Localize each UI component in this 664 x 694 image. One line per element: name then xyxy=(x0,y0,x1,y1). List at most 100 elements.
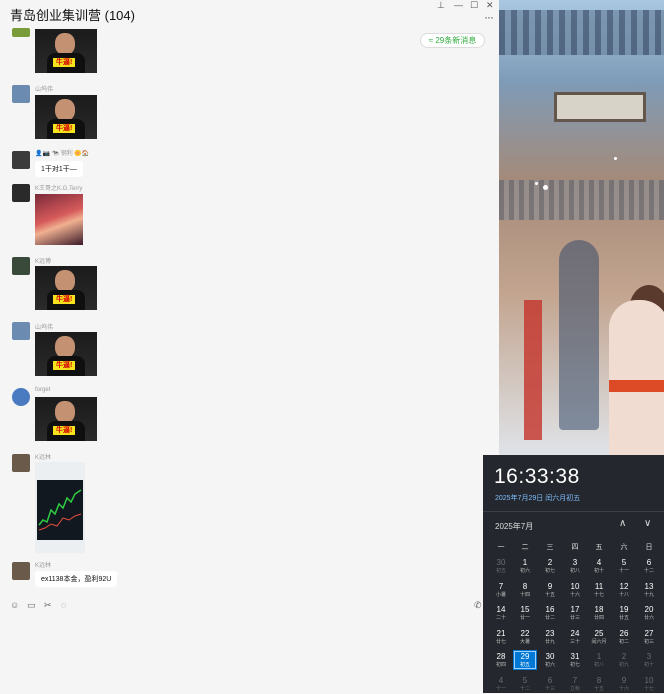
calendar-day[interactable]: 1 初八 xyxy=(587,650,611,670)
lunar-date: 初十 xyxy=(593,568,604,574)
avatar[interactable] xyxy=(12,85,30,103)
day-number: 12 xyxy=(619,581,629,591)
lunar-date: 立秋 xyxy=(569,685,580,692)
sticker-image[interactable]: 牛逼! xyxy=(35,29,97,73)
calendar-day[interactable]: 5 十一 xyxy=(612,556,636,576)
day-number: 27 xyxy=(644,628,654,638)
avatar[interactable] xyxy=(12,151,30,169)
weekday-label: 二 xyxy=(521,544,529,551)
calendar-day[interactable]: 31 初七 xyxy=(563,650,587,670)
calendar-day[interactable]: 2 初七 xyxy=(538,556,562,576)
sticker-image[interactable]: 牛逼! xyxy=(35,95,97,139)
calendar-day[interactable]: 10 十六 xyxy=(563,580,587,600)
calendar-day[interactable]: 8 十四 xyxy=(513,580,537,600)
calendar-day[interactable]: 23 廿九 xyxy=(538,627,562,647)
avatar[interactable] xyxy=(12,454,30,472)
calendar-day[interactable]: 19 廿五 xyxy=(612,603,636,623)
calendar-day[interactable]: 28 初四 xyxy=(489,650,513,670)
calendar-day[interactable]: 9 十五 xyxy=(538,580,562,600)
calendar-day[interactable]: 30 初五 xyxy=(489,556,513,576)
clock-date[interactable]: 2025年7月29日 闰六月初五 xyxy=(495,493,580,503)
calendar-day[interactable]: 10 十七 xyxy=(637,674,661,694)
chat-history-icon[interactable]: ◌ xyxy=(61,600,66,610)
sticker-face xyxy=(55,99,75,121)
calendar-day[interactable]: 20 廿六 xyxy=(637,603,661,623)
month-label[interactable]: 2025年7月 xyxy=(495,521,533,532)
calendar-day[interactable]: 7 立秋 xyxy=(563,674,587,694)
calendar-day[interactable]: 18 廿四 xyxy=(587,603,611,623)
calendar-day[interactable]: 17 廿三 xyxy=(563,603,587,623)
avatar[interactable] xyxy=(12,322,30,340)
new-messages-badge[interactable]: ≈ 29条新消息 xyxy=(420,33,485,48)
sticker-image[interactable]: 牛逼! xyxy=(35,266,97,310)
message-bubble[interactable]: ex1138本金，盈利92U xyxy=(35,571,118,587)
phone-icon[interactable]: ✆ xyxy=(474,600,482,611)
avatar[interactable] xyxy=(12,257,30,275)
sticker-face xyxy=(55,401,75,423)
calendar-day[interactable]: 3 初十 xyxy=(637,650,661,670)
wallpaper-sign xyxy=(554,92,646,122)
lunar-date: 廿五 xyxy=(618,615,629,621)
sticker-caption: 牛逼! xyxy=(53,295,76,304)
sticker-image[interactable]: 牛逼! xyxy=(35,332,97,376)
day-number: 21 xyxy=(496,628,506,638)
avatar[interactable] xyxy=(12,28,30,37)
chevron-up-icon[interactable]: ∧ xyxy=(619,518,626,529)
calendar-day[interactable]: 15 廿一 xyxy=(513,603,537,623)
day-number: 30 xyxy=(545,652,555,661)
calendar-day-today[interactable]: 29 初五 xyxy=(513,650,537,670)
gif-image[interactable] xyxy=(35,194,83,245)
lunar-date: 十七 xyxy=(643,685,654,692)
lunar-date: 十三 xyxy=(544,685,555,692)
calendar-day[interactable]: 14 二十 xyxy=(489,603,513,623)
avatar[interactable] xyxy=(12,388,30,406)
calendar-day[interactable]: 24 三十 xyxy=(563,627,587,647)
emoji-icon[interactable]: ☺ xyxy=(10,600,19,610)
lunar-date: 初八 xyxy=(593,662,604,668)
wallpaper-roof-lower xyxy=(499,180,664,220)
avatar[interactable] xyxy=(12,562,30,580)
calendar-day[interactable]: 1 初六 xyxy=(513,556,537,576)
calendar-day[interactable]: 9 十六 xyxy=(612,674,636,694)
calendar-day[interactable]: 11 十七 xyxy=(587,580,611,600)
calendar-day[interactable]: 4 十一 xyxy=(489,674,513,694)
more-options-icon[interactable]: ··· xyxy=(484,10,494,24)
lunar-date: 初六 xyxy=(544,662,555,668)
message-bubble[interactable]: 1干对1干— xyxy=(35,161,83,177)
avatar[interactable] xyxy=(12,184,30,202)
calendar-day[interactable]: 22 大暑 xyxy=(513,627,537,647)
price-line xyxy=(38,489,82,526)
calendar-day[interactable]: 21 廿七 xyxy=(489,627,513,647)
calendar-day[interactable]: 8 十五 xyxy=(587,674,611,694)
calendar-day[interactable]: 30 初六 xyxy=(538,650,562,670)
pin-icon[interactable]: ⊥ xyxy=(437,0,445,11)
calendar-day[interactable]: 3 初八 xyxy=(563,556,587,576)
chart-screenshot-image[interactable] xyxy=(35,462,85,553)
calendar-day[interactable]: 16 廿二 xyxy=(538,603,562,623)
chevron-down-icon[interactable]: ∨ xyxy=(644,518,651,529)
calendar-day[interactable]: 26 初二 xyxy=(612,627,636,647)
scissors-icon[interactable]: ✂ xyxy=(44,600,52,611)
minimize-icon[interactable]: — xyxy=(454,0,463,10)
folder-icon[interactable]: ▭ xyxy=(27,600,36,611)
sticker-caption: 牛逼! xyxy=(53,124,76,133)
lunar-date: 小暑 xyxy=(495,591,506,598)
calendar-day[interactable]: 7 小暑 xyxy=(489,580,513,600)
sticker-image[interactable]: 牛逼! xyxy=(35,397,97,441)
calendar-day[interactable]: 12 十八 xyxy=(612,580,636,600)
calendar-day[interactable]: 6 十三 xyxy=(538,674,562,694)
day-number: 10 xyxy=(644,675,654,685)
snowflake xyxy=(535,182,538,185)
calendar-day[interactable]: 6 十二 xyxy=(637,556,661,576)
weekday-label: 日 xyxy=(645,544,653,551)
calendar-day[interactable]: 5 十二 xyxy=(513,674,537,694)
day-number: 2 xyxy=(621,652,627,661)
calendar-day[interactable]: 25 闰六月 xyxy=(587,627,611,647)
calendar-day[interactable]: 13 十九 xyxy=(637,580,661,600)
calendar-day[interactable]: 4 初十 xyxy=(587,556,611,576)
calendar-day[interactable]: 27 初三 xyxy=(637,627,661,647)
maximize-icon[interactable]: ☐ xyxy=(470,0,478,11)
day-number: 1 xyxy=(522,558,528,567)
sticker-face xyxy=(55,33,75,55)
calendar-day[interactable]: 2 初九 xyxy=(612,650,636,670)
